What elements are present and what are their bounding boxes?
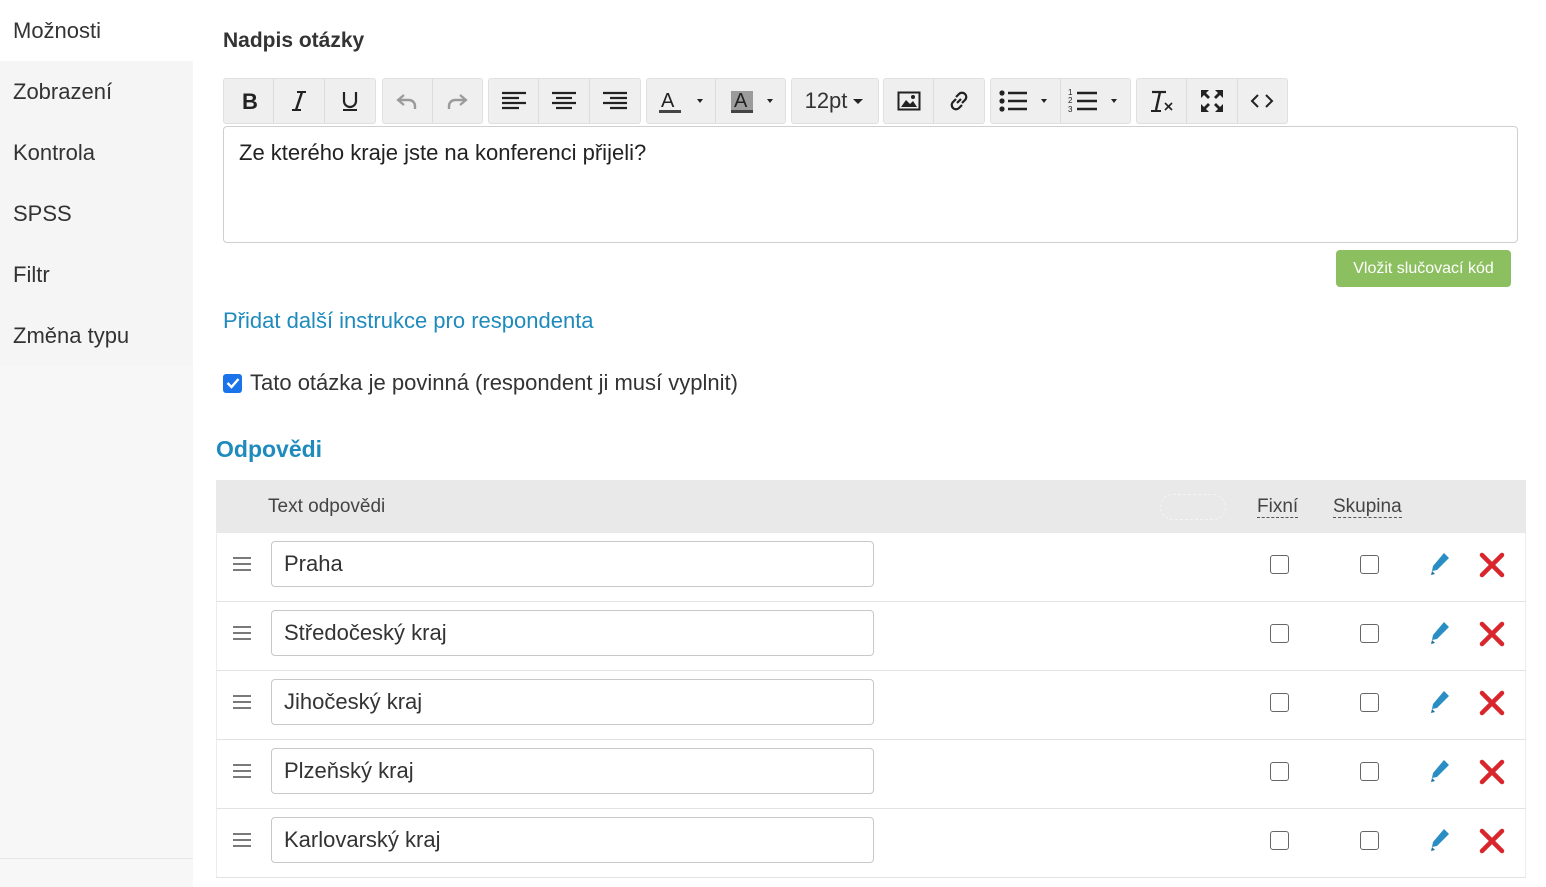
group-checkbox[interactable] [1360,762,1379,781]
required-label[interactable]: Tato otázka je povinná (respondent ji mu… [250,370,738,396]
bullet-list-icon[interactable] [991,79,1061,123]
toolbar-group-insert [883,78,985,124]
fixed-checkbox[interactable] [1270,831,1289,850]
answer-text-input[interactable] [271,748,874,794]
svg-text:A: A [661,90,675,112]
answers-table: Text odpovědi Fixní Skupina [216,480,1526,878]
sidebar-item-zmena-typu[interactable]: Změna typu [0,305,193,366]
toolbar-group-colors: A A [646,78,786,124]
image-icon[interactable] [884,79,935,123]
font-size-value: 12pt [804,88,848,113]
link-icon[interactable] [934,79,984,123]
sidebar-item-filtr[interactable]: Filtr [0,244,193,305]
header-group[interactable]: Skupina [1333,480,1402,533]
sidebar-item-moznosti[interactable]: Možnosti [0,0,193,61]
redo-icon[interactable] [433,79,483,123]
toolbar-group-format: B [223,78,376,124]
undo-icon[interactable] [383,79,433,123]
group-checkbox[interactable] [1360,693,1379,712]
drag-handle-icon[interactable] [233,833,251,847]
align-left-icon[interactable] [489,79,540,123]
answer-text-input[interactable] [271,679,874,725]
text-color-icon[interactable]: A [647,79,716,123]
header-fixed[interactable]: Fixní [1257,480,1299,533]
delete-icon[interactable] [1479,828,1505,859]
sidebar-divider [0,858,193,859]
group-checkbox[interactable] [1360,555,1379,574]
answers-rows [216,533,1526,878]
background-color-icon[interactable]: A [716,79,785,123]
table-row [216,602,1526,671]
table-row [216,671,1526,740]
question-text-editor[interactable]: Ze kterého kraje jste na konferenci přij… [223,126,1518,243]
drag-handle-icon[interactable] [233,764,251,778]
svg-text:B: B [242,90,258,112]
answer-text-input[interactable] [271,541,874,587]
font-size-select[interactable]: 12pt [792,79,878,123]
sidebar: Možnosti Zobrazení Kontrola SPSS Filtr Z… [0,0,193,887]
drag-handle-icon[interactable] [233,695,251,709]
fullscreen-icon[interactable] [1187,79,1238,123]
toolbar-group-align [488,78,641,124]
add-instructions-link[interactable]: Přidat další instrukce pro respondenta [223,308,594,334]
sidebar-item-zobrazeni[interactable]: Zobrazení [0,61,193,122]
toolbar-group-fontsize: 12pt [791,78,879,124]
align-right-icon[interactable] [590,79,640,123]
underline-icon[interactable] [325,79,375,123]
fixed-checkbox[interactable] [1270,762,1289,781]
answer-text-input[interactable] [271,817,874,863]
sidebar-item-spss[interactable]: SPSS [0,183,193,244]
answers-table-header: Text odpovědi Fixní Skupina [216,480,1526,533]
group-checkbox[interactable] [1360,831,1379,850]
clear-format-icon[interactable] [1137,79,1188,123]
drag-handle-icon[interactable] [233,557,251,571]
sidebar-item-kontrola[interactable]: Kontrola [0,122,193,183]
fixed-checkbox[interactable] [1270,624,1289,643]
delete-icon[interactable] [1479,552,1505,583]
fixed-checkbox[interactable] [1270,555,1289,574]
table-row [216,740,1526,809]
sidebar-filler [0,366,193,887]
svg-text:3: 3 [1068,105,1073,114]
pencil-icon[interactable] [1429,827,1451,858]
group-checkbox[interactable] [1360,624,1379,643]
toolbar-group-misc [1136,78,1288,124]
table-row [216,809,1526,878]
answers-title: Odpovědi [216,436,323,462]
pencil-icon[interactable] [1429,758,1451,789]
delete-icon[interactable] [1479,690,1505,721]
align-center-icon[interactable] [539,79,590,123]
toolbar-group-history [382,78,483,124]
required-row: Tato otázka je povinná (respondent ji mu… [223,370,738,396]
delete-icon[interactable] [1479,621,1505,652]
pencil-icon[interactable] [1429,620,1451,651]
drag-handle-icon[interactable] [233,626,251,640]
svg-text:A: A [734,90,748,112]
pencil-icon[interactable] [1429,551,1451,582]
loading-indicator [1160,494,1226,520]
insert-merge-code-button[interactable]: Vložit slučovací kód [1336,250,1511,287]
header-fixed-label: Fixní [1257,496,1299,518]
header-answer-text: Text odpovědi [268,496,386,517]
pencil-icon[interactable] [1429,689,1451,720]
table-row [216,533,1526,602]
toolbar-group-lists: 123 [990,78,1131,124]
required-checkbox[interactable] [223,373,242,393]
question-label: Nadpis otázky [223,29,365,52]
source-code-icon[interactable] [1238,79,1287,123]
numbered-list-icon[interactable]: 123 [1061,79,1131,123]
bold-icon[interactable]: B [224,79,275,123]
header-group-label: Skupina [1333,496,1402,518]
fixed-checkbox[interactable] [1270,693,1289,712]
delete-icon[interactable] [1479,759,1505,790]
svg-text:2: 2 [1068,96,1073,105]
answer-text-input[interactable] [271,610,874,656]
italic-icon[interactable] [274,79,325,123]
